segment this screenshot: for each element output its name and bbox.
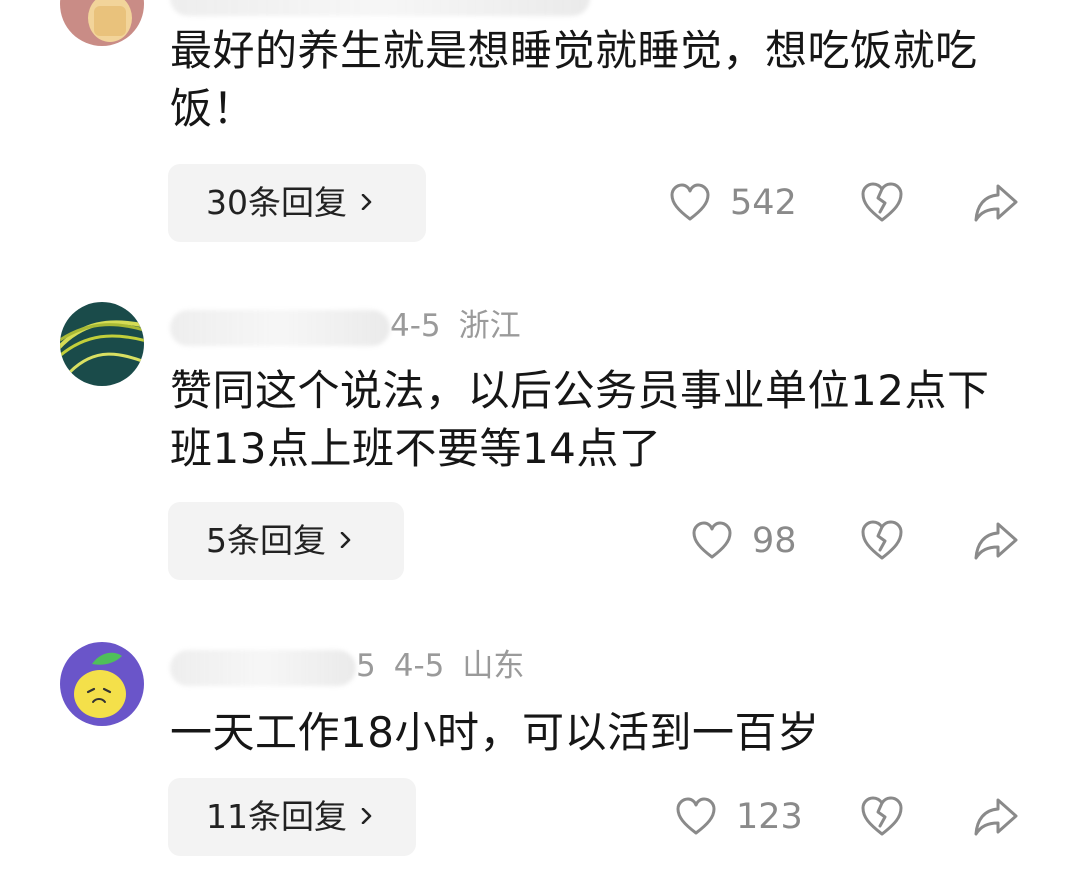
comment-text: 最好的养生就是想睡觉就睡觉，想吃饭就吃饭！ (170, 26, 978, 133)
replies-label: 5条回复 (206, 521, 326, 560)
comment-region: 浙江 (458, 308, 521, 344)
comment-meta: 4-5 浙江 (170, 304, 521, 348)
avatar[interactable] (60, 0, 144, 46)
like-count: 123 (736, 797, 803, 837)
chevron-right-icon (361, 807, 372, 824)
view-replies-button[interactable]: 30条回复 (168, 164, 426, 242)
like-button[interactable]: 123 (674, 778, 803, 856)
like-count: 98 (752, 521, 797, 561)
comment-list: 最好的养生就是想睡觉就睡觉，想吃饭就吃饭！ 30条回复 542 4-5 浙江 赞… (0, 0, 1080, 872)
dislike-button[interactable] (858, 516, 906, 564)
heart-icon (670, 183, 710, 221)
comment-meta (170, 0, 590, 18)
comment-item: 最好的养生就是想睡觉就睡觉，想吃饭就吃饭！ 30条回复 542 (0, 0, 1080, 260)
like-button[interactable]: 98 (690, 502, 797, 580)
avatar[interactable] (60, 642, 144, 726)
like-count: 542 (730, 183, 797, 223)
comment-item: 5 4-5 山东 一天工作18小时，可以活到一百岁 11条回复 123 (0, 638, 1080, 872)
share-button[interactable] (972, 178, 1020, 226)
share-icon (974, 184, 1018, 222)
share-button[interactable] (972, 792, 1020, 840)
comment-date: 4-5 (390, 308, 441, 344)
broken-heart-icon (861, 520, 903, 560)
redacted-username (170, 649, 356, 686)
chevron-right-icon (361, 193, 372, 210)
comment-meta: 5 4-5 山东 (170, 644, 524, 688)
dislike-button[interactable] (858, 792, 906, 840)
redacted-username (170, 309, 390, 346)
heart-icon (676, 797, 716, 835)
broken-heart-icon (861, 182, 903, 222)
comment-date: 4-5 (393, 648, 445, 684)
redacted-username (170, 0, 590, 16)
share-button[interactable] (972, 516, 1020, 564)
share-icon (974, 522, 1018, 560)
comment-item: 4-5 浙江 赞同这个说法，以后公务员事业单位12点下班13点上班不要等14点了 … (0, 298, 1080, 598)
like-button[interactable]: 542 (668, 164, 797, 242)
view-replies-button[interactable]: 5条回复 (168, 502, 404, 580)
share-icon (974, 798, 1018, 836)
replies-label: 30条回复 (206, 183, 347, 222)
comment-text: 一天工作18小时，可以活到一百岁 (170, 708, 820, 757)
replies-label: 11条回复 (206, 797, 347, 836)
comment-text: 赞同这个说法，以后公务员事业单位12点下班13点上班不要等14点了 (170, 366, 990, 473)
avatar[interactable] (60, 302, 144, 386)
heart-icon (692, 521, 732, 559)
view-replies-button[interactable]: 11条回复 (168, 778, 416, 856)
comment-user-suffix: 5 (356, 648, 376, 684)
chevron-right-icon (340, 531, 351, 548)
broken-heart-icon (861, 796, 903, 836)
comment-region: 山东 (462, 648, 525, 684)
dislike-button[interactable] (858, 178, 906, 226)
